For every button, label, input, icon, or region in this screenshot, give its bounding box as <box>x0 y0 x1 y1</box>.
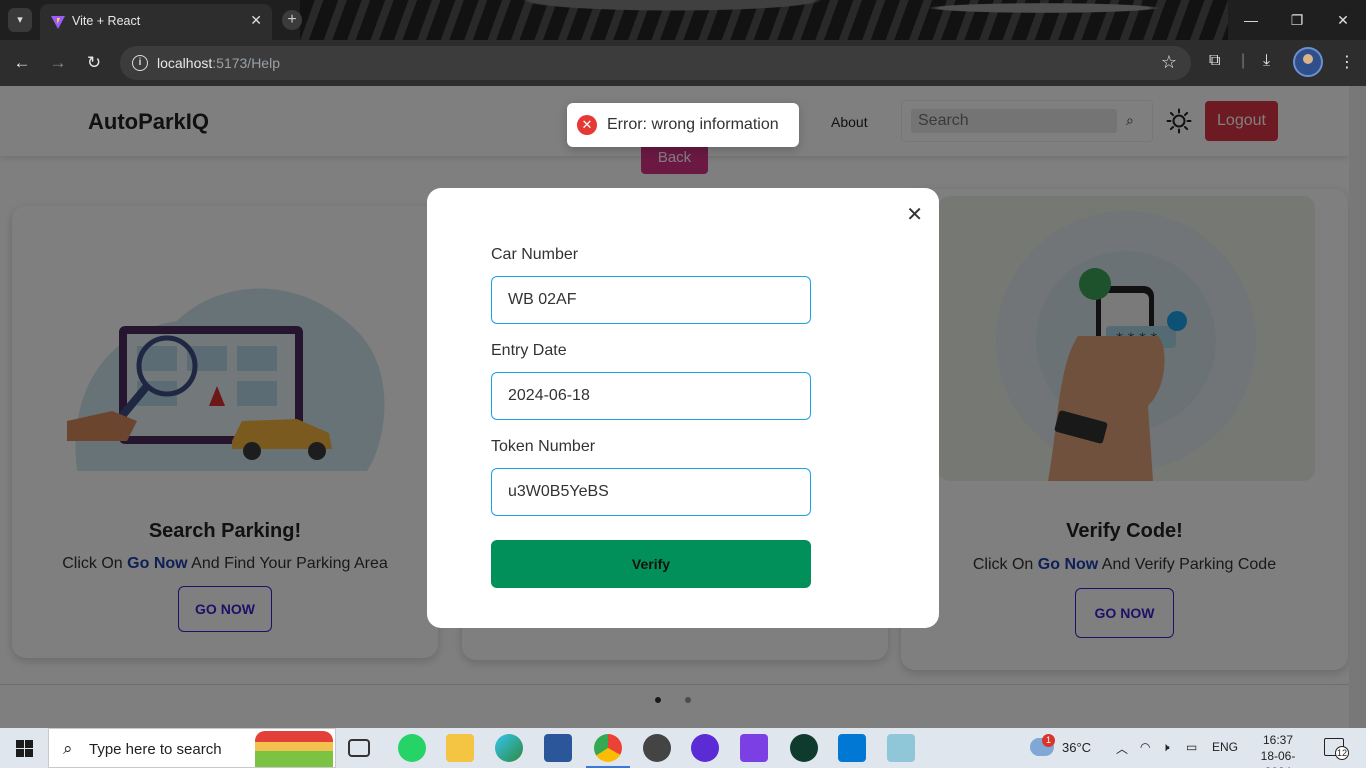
tab-search-chevron-icon[interactable]: ▾ <box>8 8 32 32</box>
vscode-icon[interactable] <box>838 734 866 762</box>
browser-toolbar: ← → ↻ i localhost:5173/Help ☆ ⧉ | ⤓ ⋮ <box>0 40 1366 86</box>
profile-avatar[interactable] <box>1293 47 1323 77</box>
token-number-label: Token Number <box>491 438 596 455</box>
notification-center-icon[interactable]: 12 <box>1324 738 1349 760</box>
weather-badge: 1 <box>1042 734 1055 747</box>
site-info-icon[interactable]: i <box>132 55 148 71</box>
word-icon[interactable] <box>544 734 572 762</box>
entry-date-label: Entry Date <box>491 342 567 359</box>
restore-icon[interactable]: ❐ <box>1274 0 1320 40</box>
back-arrow-icon[interactable]: ← <box>11 52 33 74</box>
entry-date-input[interactable] <box>491 372 811 420</box>
clipchamp-icon[interactable] <box>740 734 768 762</box>
car-number-input[interactable] <box>491 276 811 324</box>
weather-temp[interactable]: 36°C <box>1062 740 1091 755</box>
browser-tab[interactable]: Vite + React ✕ <box>40 4 272 40</box>
show-hidden-icons-chevron-icon[interactable]: ︿ <box>1116 740 1128 757</box>
verify-button[interactable]: Verify <box>491 540 811 588</box>
notification-count: 12 <box>1335 746 1349 760</box>
wifi-icon[interactable]: ◠ <box>1140 740 1150 754</box>
car-number-label: Car Number <box>491 246 579 263</box>
mongodb-compass-icon[interactable] <box>790 734 818 762</box>
taskbar-search-text: Type here to search <box>89 741 222 758</box>
vite-logo-icon <box>51 16 65 29</box>
new-tab-plus-icon[interactable]: + <box>282 10 302 30</box>
media-player-icon[interactable] <box>643 734 671 762</box>
error-icon: ✕ <box>577 115 597 135</box>
search-highlight-art <box>255 731 333 767</box>
clock-date: 18-06-2024 <box>1260 749 1296 768</box>
error-toast: ✕ Error: wrong information <box>567 103 799 147</box>
modal-close-icon[interactable]: ✕ <box>906 202 923 227</box>
audio-app-icon[interactable] <box>691 734 719 762</box>
reload-icon[interactable]: ↻ <box>83 52 105 74</box>
windows-taskbar: ⌕ Type here to search 1 36°C ︿ ◠ 🕨 ▭ ENG… <box>0 728 1366 768</box>
verify-modal: ✕ Car Number Entry Date Token Number Ver… <box>427 188 939 628</box>
chrome-icon[interactable] <box>586 734 630 768</box>
whatsapp-icon[interactable] <box>398 734 426 762</box>
volume-muted-icon[interactable]: 🕨 <box>1162 740 1170 755</box>
forward-arrow-icon[interactable]: → <box>47 52 69 74</box>
battery-icon[interactable]: ▭ <box>1186 740 1197 754</box>
taskbar-clock[interactable]: 16:37 18-06-2024 <box>1248 732 1308 768</box>
bookmark-star-icon[interactable]: ☆ <box>1161 52 1177 73</box>
clock-time: 16:37 <box>1262 733 1294 747</box>
language-indicator[interactable]: ENG <box>1212 740 1238 754</box>
taskbar-search-box[interactable]: ⌕ Type here to search <box>48 728 336 768</box>
file-explorer-icon[interactable] <box>446 734 474 762</box>
minimize-icon[interactable]: — <box>1228 0 1274 40</box>
windows-start-icon[interactable] <box>16 740 33 757</box>
toolbar-divider: | <box>1241 52 1246 69</box>
close-window-icon[interactable]: ✕ <box>1320 0 1366 40</box>
notes-app-icon[interactable] <box>887 734 915 762</box>
token-number-input[interactable] <box>491 468 811 516</box>
toast-message: Error: wrong information <box>607 116 779 133</box>
tab-close-icon[interactable]: ✕ <box>250 12 262 29</box>
download-icon[interactable]: ⤓ <box>1263 52 1270 70</box>
edge-icon[interactable] <box>495 734 523 762</box>
browser-tab-bar: ▾ Vite + React ✕ + — ❐ ✕ <box>0 0 1366 40</box>
url-text: localhost:5173/Help <box>157 55 280 71</box>
tab-bar-wallpaper <box>300 0 1230 40</box>
taskbar-search-icon: ⌕ <box>63 739 73 758</box>
address-bar[interactable]: i localhost:5173/Help ☆ <box>120 46 1191 80</box>
browser-menu-icon[interactable]: ⋮ <box>1339 52 1355 72</box>
tab-title: Vite + React <box>72 14 141 28</box>
extensions-icon[interactable]: ⧉ <box>1209 52 1220 70</box>
task-view-icon[interactable] <box>348 739 370 757</box>
